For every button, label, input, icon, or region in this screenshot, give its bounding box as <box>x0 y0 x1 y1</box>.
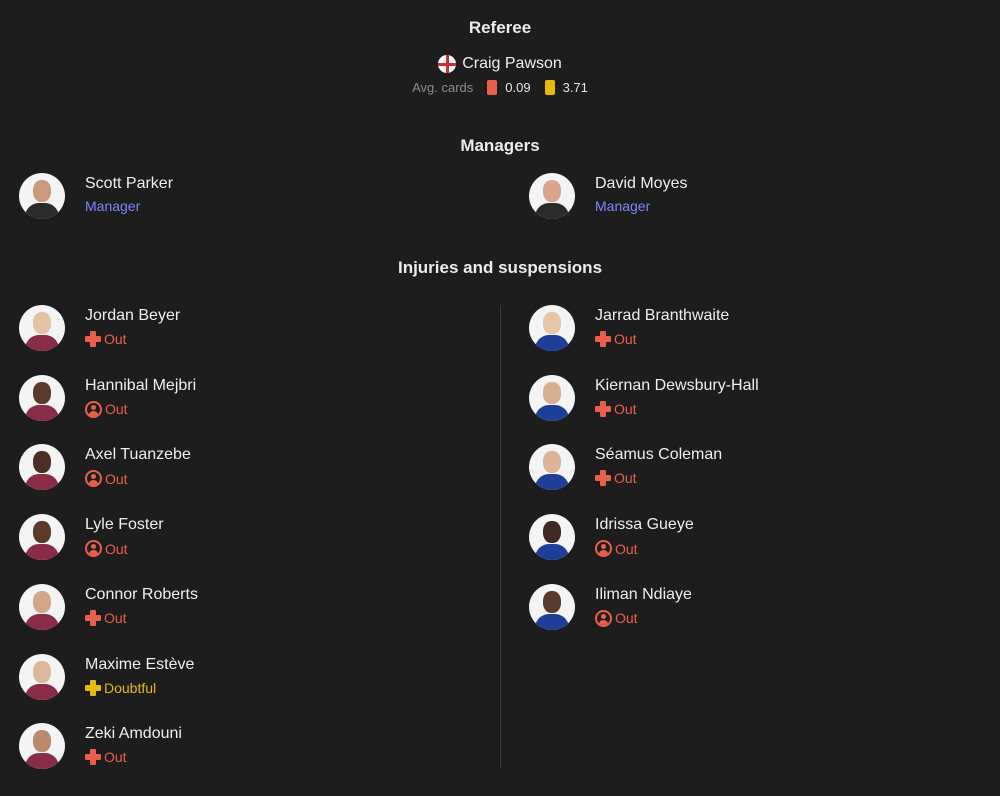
injury-cross-icon <box>85 749 101 766</box>
player-avatar <box>19 444 65 491</box>
injury-list-item[interactable]: Kiernan Dewsbury-Hall Out <box>529 374 929 425</box>
referee-row[interactable]: Craig Pawson <box>0 55 1000 73</box>
manager-name: Scott Parker <box>85 175 174 192</box>
injury-list-item[interactable]: Maxime Estève Doubtful <box>19 653 419 704</box>
player-status-label: Out <box>104 331 127 347</box>
injury-cross-icon <box>85 679 101 696</box>
referee-avg-cards: Avg. cards 0.09 3.71 <box>0 80 1000 95</box>
injury-cross-icon <box>85 331 101 347</box>
player-status: Out <box>85 609 127 626</box>
injury-list-item[interactable]: Zeki Amdouni Out <box>19 723 419 773</box>
injury-list-item[interactable]: Jordan Beyer Out <box>19 305 419 355</box>
player-name: Lyle Foster <box>85 516 164 534</box>
player-status-label: Out <box>614 400 637 417</box>
player-status: Out <box>85 400 128 418</box>
player-name: Iliman Ndiaye <box>595 585 692 603</box>
player-status-label: Out <box>104 609 127 626</box>
injury-list-item[interactable]: Connor Roberts Out <box>19 583 419 634</box>
player-status: Out <box>85 749 127 766</box>
player-name: Kiernan Dewsbury-Hall <box>595 376 759 394</box>
injury-cross-icon <box>595 470 611 487</box>
yellow-card-icon <box>544 80 555 95</box>
player-avatar <box>19 305 65 351</box>
manager-home[interactable]: Scott Parker Manager <box>19 173 419 223</box>
player-avatar <box>529 583 575 630</box>
player-name: Jarrad Branthwaite <box>595 307 730 324</box>
red-card-average: 0.09 <box>505 80 531 95</box>
injury-list-item[interactable]: Séamus Coleman Out <box>529 444 929 494</box>
player-avatar <box>529 305 575 351</box>
england-flag-icon <box>438 55 457 73</box>
manager-away[interactable]: David Moyes Manager <box>529 173 929 223</box>
manager-name: David Moyes <box>595 175 688 192</box>
player-status-label: Out <box>105 470 128 487</box>
player-status: Out <box>595 470 637 487</box>
player-avatar <box>19 723 65 770</box>
suspension-person-icon <box>85 470 102 488</box>
referee-heading: Referee <box>468 18 532 37</box>
player-avatar <box>19 514 65 561</box>
manager-role: Manager <box>85 198 141 214</box>
player-status: Out <box>85 331 127 347</box>
referee-name: Craig Pawson <box>462 55 562 72</box>
player-status-label: Out <box>104 749 127 766</box>
manager-avatar <box>19 173 65 219</box>
player-status-label: Out <box>105 540 128 557</box>
player-status: Doubtful <box>85 679 157 696</box>
injury-cross-icon <box>85 609 101 626</box>
avg-cards-label: Avg. cards <box>412 80 474 95</box>
suspension-person-icon <box>85 400 102 418</box>
suspension-person-icon <box>595 609 612 627</box>
injury-list-item[interactable]: Jarrad Branthwaite Out <box>529 305 929 355</box>
suspension-person-icon <box>85 540 102 558</box>
player-status: Out <box>595 609 638 627</box>
injury-list-item[interactable]: Idrissa Gueye Out <box>529 514 929 564</box>
player-name: Hannibal Mejbri <box>85 376 197 394</box>
player-avatar <box>19 374 65 421</box>
player-avatar <box>19 583 65 630</box>
player-avatar <box>19 653 65 700</box>
player-name: Zeki Amdouni <box>85 725 182 743</box>
player-status-label: Out <box>615 610 638 627</box>
player-status-label: Out <box>614 331 637 347</box>
injury-list-item[interactable]: Axel Tuanzebe Out <box>19 444 419 494</box>
injury-cross-icon <box>595 400 611 417</box>
manager-role: Manager <box>595 198 651 214</box>
manager-avatar <box>529 173 575 219</box>
player-avatar <box>529 514 575 561</box>
injury-list-item[interactable]: Iliman Ndiaye Out <box>529 583 929 634</box>
player-status-label: Out <box>105 401 128 418</box>
player-status: Out <box>595 331 637 347</box>
player-name: Connor Roberts <box>85 585 198 603</box>
injury-list-item[interactable]: Hannibal Mejbri Out <box>19 374 419 425</box>
player-name: Jordan Beyer <box>85 307 181 324</box>
injury-list-item[interactable]: Lyle Foster Out <box>19 514 419 564</box>
player-status: Out <box>85 470 128 488</box>
managers-heading: Managers <box>460 136 540 155</box>
player-status: Out <box>595 540 638 558</box>
column-divider <box>500 305 501 768</box>
player-avatar <box>529 444 575 491</box>
player-status: Out <box>595 400 637 417</box>
suspension-person-icon <box>595 540 612 558</box>
player-name: Idrissa Gueye <box>595 516 694 534</box>
player-status-label: Out <box>615 540 638 557</box>
yellow-card-average: 3.71 <box>562 80 588 95</box>
injuries-heading: Injuries and suspensions <box>397 258 603 277</box>
player-name: Axel Tuanzebe <box>85 446 191 464</box>
player-status-label: Doubtful <box>104 679 157 696</box>
player-name: Maxime Estève <box>85 655 195 673</box>
player-name: Séamus Coleman <box>595 446 723 464</box>
player-status: Out <box>85 540 128 558</box>
injury-cross-icon <box>595 331 611 347</box>
player-status-label: Out <box>614 470 637 487</box>
player-avatar <box>529 374 575 421</box>
red-card-icon <box>487 80 498 95</box>
